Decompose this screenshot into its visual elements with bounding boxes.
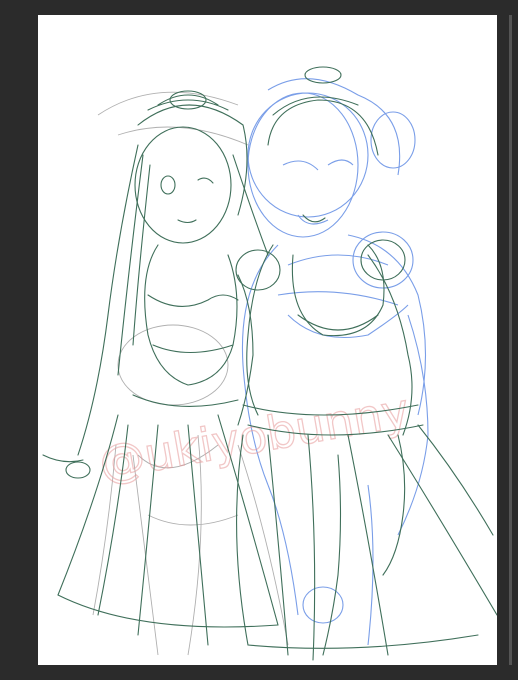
drawing-canvas[interactable]: @ukiyobunny <box>38 15 497 665</box>
sketch-artwork: @ukiyobunny <box>42 66 497 661</box>
line-art <box>42 66 497 661</box>
under-sketch <box>92 91 289 656</box>
vertical-scrollbar[interactable] <box>509 15 512 665</box>
canvas-area[interactable]: @ukiyobunny <box>0 0 518 680</box>
scrollbar-thumb[interactable] <box>509 15 512 665</box>
